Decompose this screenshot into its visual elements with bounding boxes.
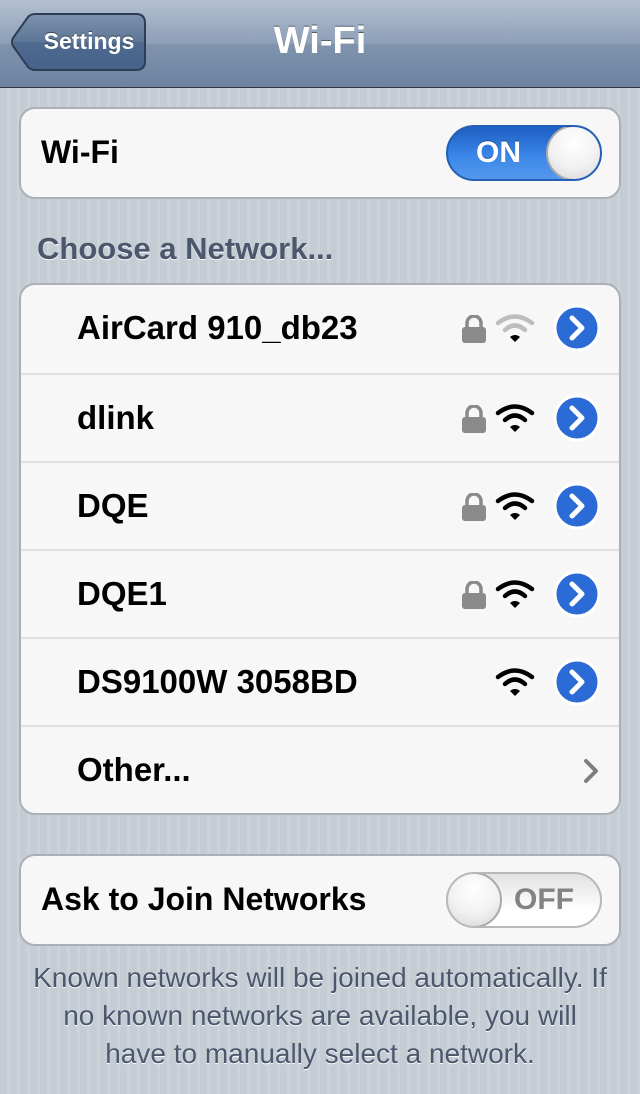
detail-disclosure-icon[interactable] xyxy=(553,658,601,706)
detail-disclosure-icon[interactable] xyxy=(553,304,601,352)
network-name: DQE1 xyxy=(77,575,167,612)
other-network-label: Other... xyxy=(77,751,191,788)
network-name: AirCard 910_db23 xyxy=(77,309,358,346)
network-row[interactable]: dlink xyxy=(21,373,619,461)
network-list: AirCard 910_db23 dlink DQE DQE1 DS9100W … xyxy=(19,283,621,815)
wifi-signal-icon xyxy=(495,492,535,520)
network-row[interactable]: DS9100W 3058BD xyxy=(21,637,619,725)
network-name: dlink xyxy=(77,399,155,436)
switch-knob xyxy=(546,127,600,179)
back-button-label: Settings xyxy=(43,28,135,54)
detail-disclosure-icon[interactable] xyxy=(553,482,601,530)
page-title: Wi-Fi xyxy=(273,20,367,62)
ask-to-join-group: Ask to Join Networks OFF xyxy=(19,854,621,946)
switch-knob xyxy=(448,874,502,926)
network-row[interactable]: DQE xyxy=(21,461,619,549)
settings-back-button[interactable]: Settings xyxy=(10,13,146,71)
network-row[interactable]: AirCard 910_db23 xyxy=(21,285,619,373)
ask-to-join-label: Ask to Join Networks xyxy=(41,881,367,917)
lock-icon xyxy=(462,493,486,521)
wifi-label: Wi-Fi xyxy=(41,134,119,170)
wifi-signal-icon xyxy=(495,404,535,432)
wifi-toggle-cell: Wi-Fi ON xyxy=(21,109,619,197)
wifi-signal-icon xyxy=(495,314,535,342)
choose-network-header: Choose a Network... xyxy=(37,231,334,266)
navigation-bar: Settings Wi-Fi xyxy=(0,0,640,88)
wifi-toggle-group: Wi-Fi ON xyxy=(19,107,621,199)
wifi-signal-icon xyxy=(495,580,535,608)
ask-to-join-switch[interactable]: OFF xyxy=(446,872,602,928)
lock-icon xyxy=(462,581,486,609)
network-name: DQE xyxy=(77,487,149,524)
ask-to-join-cell: Ask to Join Networks OFF xyxy=(21,856,619,944)
ask-switch-state: OFF xyxy=(514,883,574,916)
chevron-right-icon xyxy=(584,759,598,783)
wifi-signal-icon xyxy=(495,668,535,696)
other-network-row[interactable]: Other... xyxy=(21,725,619,813)
detail-disclosure-icon[interactable] xyxy=(553,570,601,618)
ask-to-join-footer: Known networks will be joined automatica… xyxy=(33,962,607,1069)
detail-disclosure-icon[interactable] xyxy=(553,394,601,442)
wifi-switch-state: ON xyxy=(476,136,521,169)
network-row[interactable]: DQE1 xyxy=(21,549,619,637)
network-name: DS9100W 3058BD xyxy=(77,663,358,700)
lock-icon xyxy=(462,315,486,343)
wifi-switch[interactable]: ON xyxy=(446,125,602,181)
lock-icon xyxy=(462,405,486,433)
